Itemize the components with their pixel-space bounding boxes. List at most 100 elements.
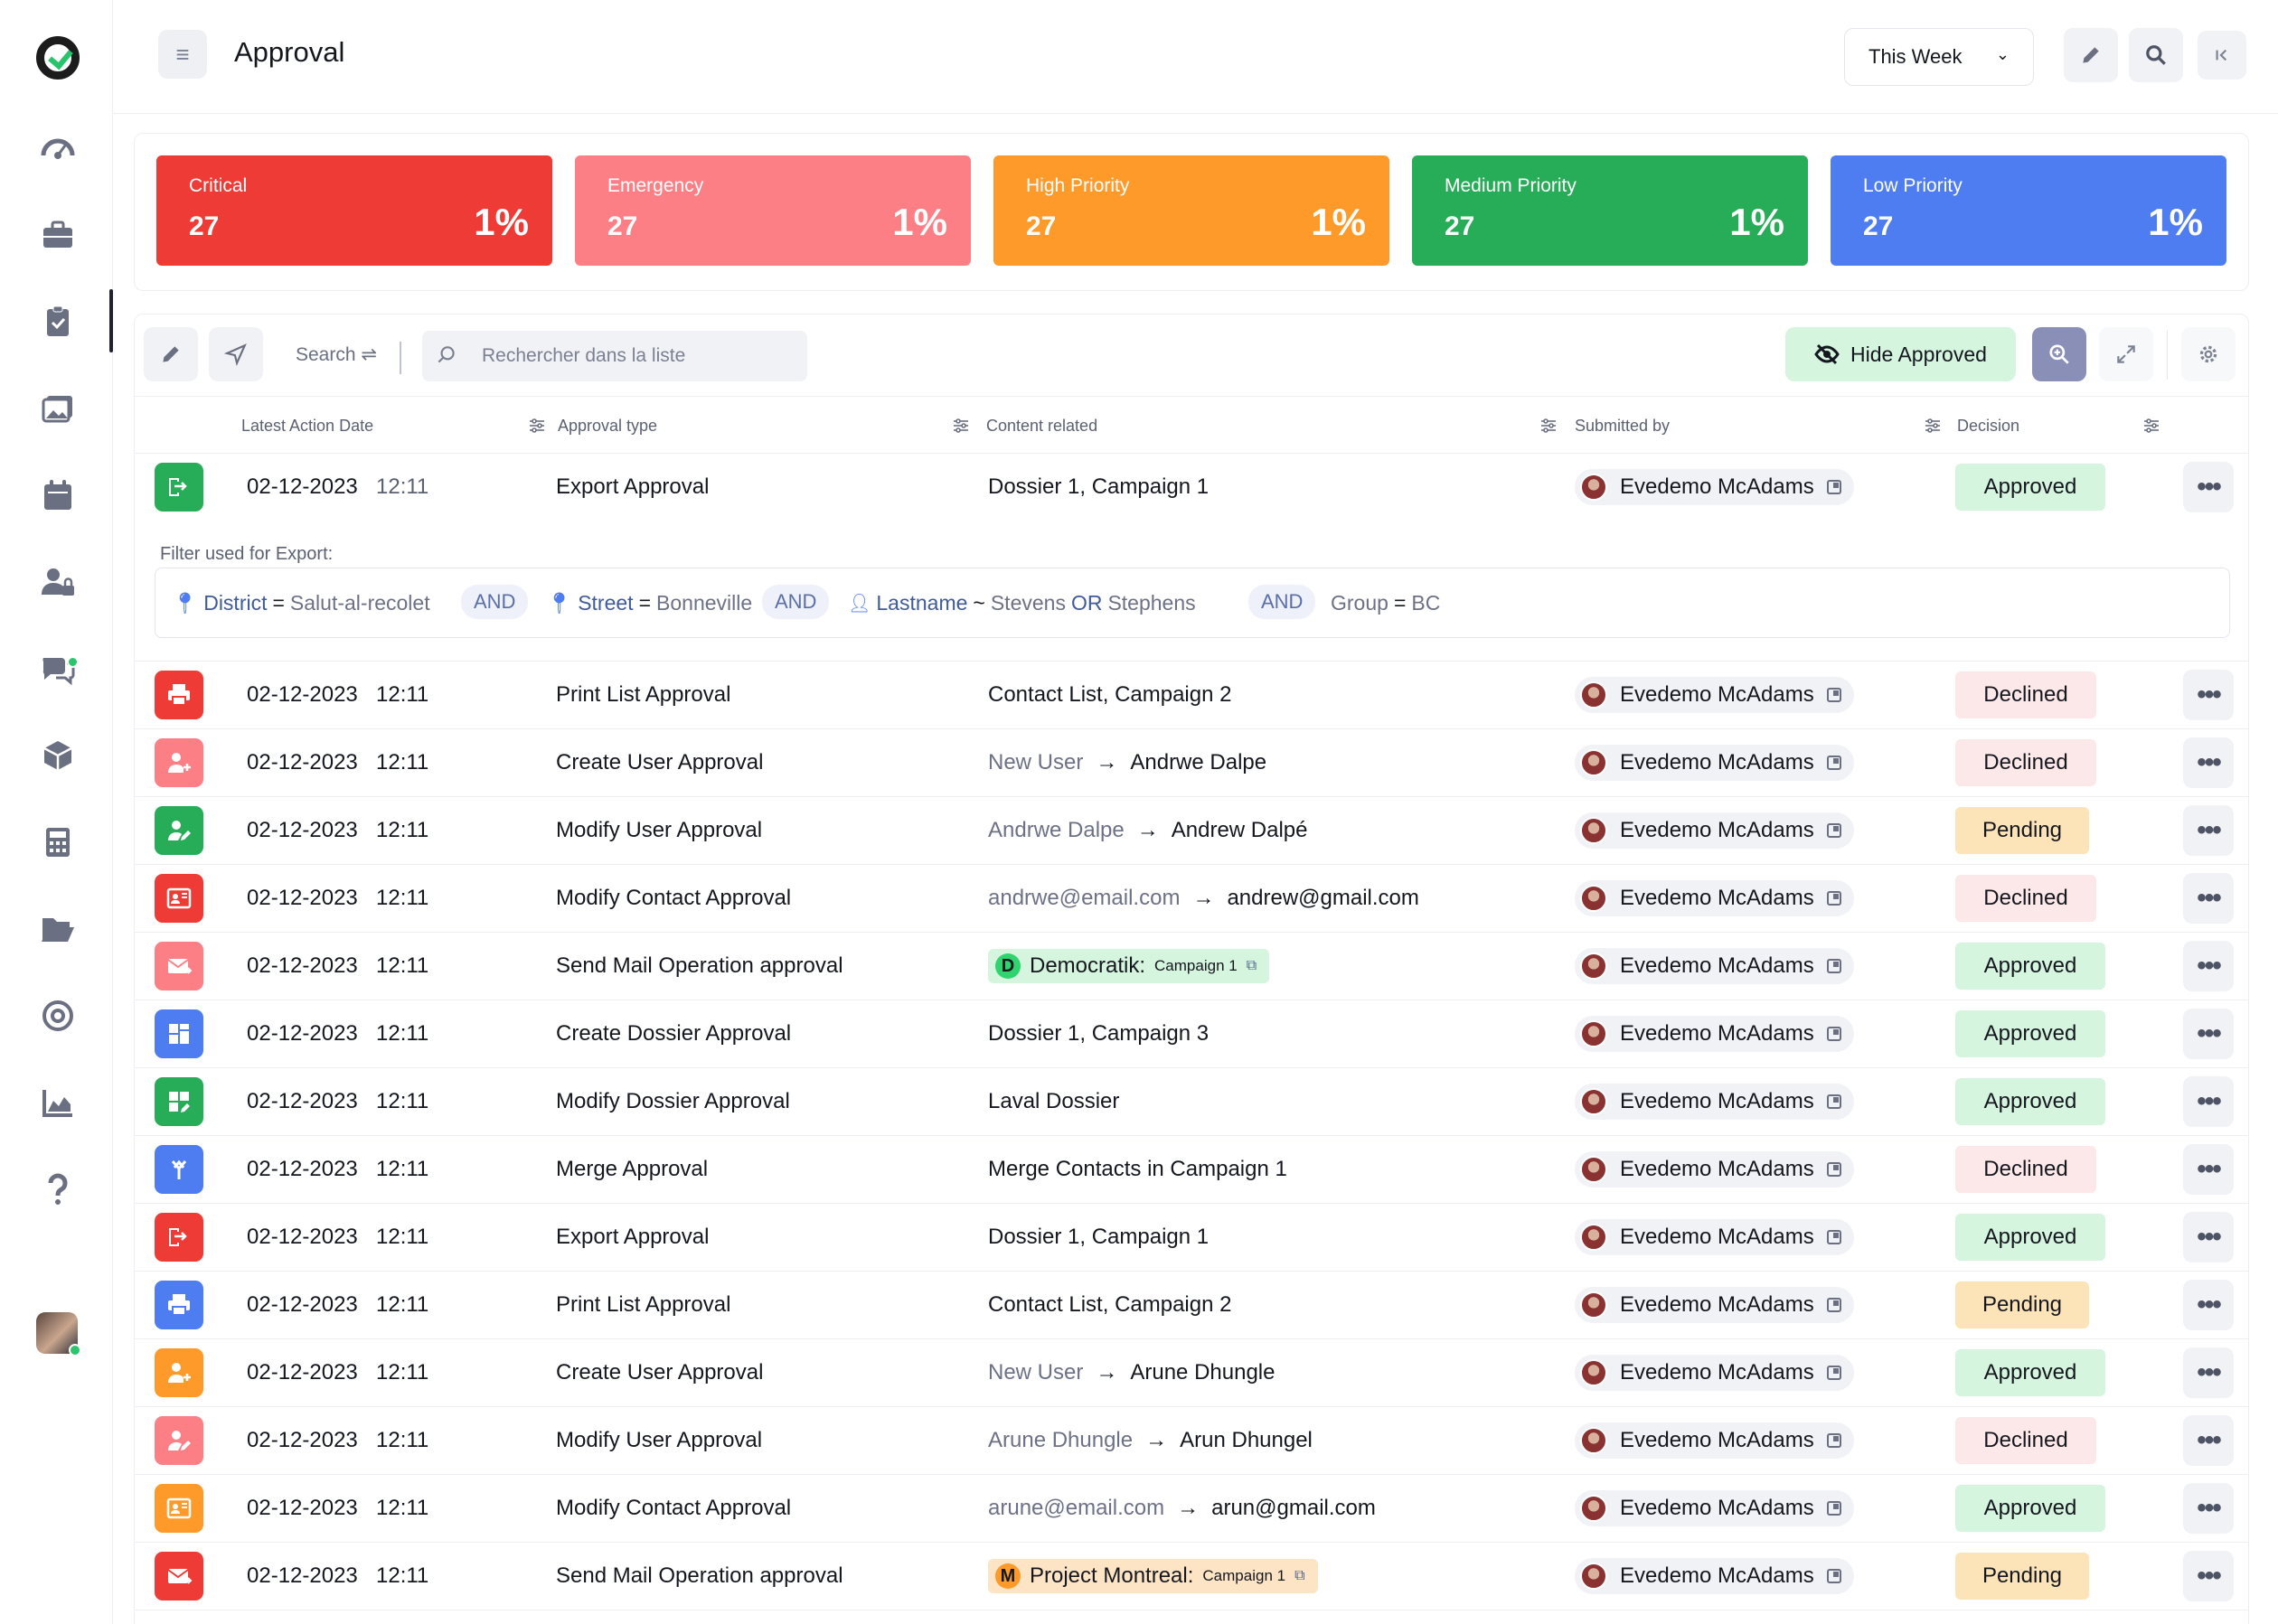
images-icon[interactable]	[36, 387, 80, 430]
table-row[interactable]: 02-12-2023 12:11 Print List Approval Con…	[135, 1272, 2248, 1339]
more-actions-button[interactable]: •••	[2183, 1347, 2234, 1398]
period-select[interactable]: This Week ⌄	[1844, 28, 2034, 86]
content-related: Laval Dossier	[988, 1089, 1120, 1113]
help-icon[interactable]	[36, 1168, 80, 1211]
table-row[interactable]: 02-12-2023 12:11 Create Dossier Approval…	[135, 1000, 2248, 1068]
submitted-by-chip[interactable]: Evedemo McAdams	[1575, 469, 1854, 505]
table-row[interactable]: 02-12-2023 12:11 Print List Approval Con…	[135, 662, 2248, 729]
more-actions-button[interactable]: •••	[2183, 1483, 2234, 1534]
table-row[interactable]: 02-12-2023 12:11 Create User Approval Ne…	[135, 1339, 2248, 1407]
more-actions-button[interactable]: •••	[2183, 1212, 2234, 1263]
more-actions-button[interactable]: •••	[2183, 1009, 2234, 1059]
search-input[interactable]	[422, 331, 807, 381]
stat-card-medium-priority[interactable]: Medium Priority 27 1%	[1412, 155, 1808, 266]
zoom-button[interactable]	[2032, 327, 2086, 381]
filter-street[interactable]: 📍︎ Street = Bonneville	[546, 591, 752, 615]
more-actions-button[interactable]: •••	[2183, 1280, 2234, 1330]
submitted-by-chip[interactable]: Evedemo McAdams	[1575, 880, 1854, 916]
collapse-button[interactable]	[2198, 31, 2246, 80]
submitted-by-chip[interactable]: Evedemo McAdams	[1575, 1151, 1854, 1187]
filter-lastname[interactable]: 👤︎ Lastname ~ Stevens OR Stephens	[848, 591, 1196, 615]
edit-list-button[interactable]	[144, 327, 198, 381]
dashboard-icon[interactable]	[36, 127, 80, 170]
table-row[interactable]: 02-12-2023 12:11 Send Mail Operation app…	[135, 933, 2248, 1000]
column-header-content[interactable]: Content related	[986, 417, 1097, 436]
more-actions-button[interactable]: •••	[2183, 462, 2234, 512]
stat-card-low-priority[interactable]: Low Priority 27 1%	[1831, 155, 2226, 266]
table-row[interactable]: 02-12-2023 12:11 Modify Contact Approval…	[135, 865, 2248, 933]
calculator-icon[interactable]	[36, 821, 80, 864]
stat-card-emergency[interactable]: Emergency 27 1%	[575, 155, 971, 266]
column-filter-icon[interactable]	[1923, 416, 1943, 436]
edit-button[interactable]	[2064, 28, 2118, 82]
more-actions-button[interactable]: •••	[2183, 737, 2234, 788]
column-header-submitted[interactable]: Submitted by	[1575, 417, 1670, 436]
user-lock-icon[interactable]	[36, 560, 80, 604]
chat-icon[interactable]	[36, 647, 80, 690]
target-icon[interactable]	[36, 994, 80, 1037]
more-actions-button[interactable]: •••	[2183, 1076, 2234, 1127]
submitted-by-chip[interactable]: Evedemo McAdams	[1575, 1219, 1854, 1255]
export-icon	[155, 1213, 203, 1262]
column-filter-icon[interactable]	[527, 416, 547, 436]
table-row[interactable]: 02-12-2023 12:11 Modify Contact Approval…	[135, 1475, 2248, 1543]
stat-card-critical[interactable]: Critical 27 1%	[156, 155, 552, 266]
calendar-icon[interactable]	[36, 474, 80, 517]
submitted-by-chip[interactable]: Evedemo McAdams	[1575, 812, 1854, 849]
column-filter-icon[interactable]	[2142, 416, 2161, 436]
area-chart-icon[interactable]	[36, 1081, 80, 1124]
submitted-by-chip[interactable]: Evedemo McAdams	[1575, 1084, 1854, 1120]
menu-icon[interactable]: ≡	[158, 30, 207, 79]
table-row[interactable]: 02-12-2023 12:11 Send Mail Operation app…	[135, 1543, 2248, 1610]
more-actions-button[interactable]: •••	[2183, 941, 2234, 991]
avatar	[1580, 1291, 1607, 1319]
column-filter-icon[interactable]	[951, 416, 971, 436]
submitted-by-chip[interactable]: Evedemo McAdams	[1575, 1287, 1854, 1323]
column-header-date[interactable]: Latest Action Date	[241, 417, 373, 436]
box-icon[interactable]	[36, 734, 80, 777]
clipboard-check-icon[interactable]	[36, 300, 80, 343]
table-row[interactable]: 02-12-2023 12:11 Create User Approval Ne…	[135, 729, 2248, 797]
table-row[interactable]: 02-12-2023 12:11 Modify Dossier Approval…	[135, 1068, 2248, 1136]
campaign-pill[interactable]: M Project Montreal: Campaign 1 ⧉	[988, 1559, 1318, 1593]
send-button[interactable]	[209, 327, 263, 381]
folder-open-icon[interactable]	[36, 907, 80, 951]
settings-button[interactable]	[2181, 327, 2236, 381]
column-filter-icon[interactable]	[1539, 416, 1558, 436]
table-row[interactable]: 02-12-2023 12:11 Modify User Approval An…	[135, 797, 2248, 865]
page-title: Approval	[234, 36, 345, 68]
search-mode-toggle[interactable]: Search ⇌	[296, 343, 377, 366]
submitted-by-chip[interactable]: Evedemo McAdams	[1575, 745, 1854, 781]
table-row[interactable]: 02-12-2023 12:11 Export Approval Dossier…	[135, 1204, 2248, 1272]
app-logo[interactable]	[36, 36, 80, 80]
table-row[interactable]: 02-12-2023 12:11 Modify User Approval Ar…	[135, 1407, 2248, 1475]
action-time: 12:11	[376, 750, 429, 774]
content-from: Arune Dhungle	[988, 1428, 1134, 1452]
submitted-by-chip[interactable]: Evedemo McAdams	[1575, 1016, 1854, 1052]
submitted-by-chip[interactable]: Evedemo McAdams	[1575, 948, 1854, 984]
column-header-decision[interactable]: Decision	[1957, 417, 2019, 436]
filter-group[interactable]: Group = BC	[1331, 591, 1440, 615]
search-button[interactable]	[2129, 28, 2183, 82]
submitted-by-chip[interactable]: Evedemo McAdams	[1575, 677, 1854, 713]
submitted-by-chip[interactable]: Evedemo McAdams	[1575, 1558, 1854, 1594]
more-actions-button[interactable]: •••	[2183, 1415, 2234, 1466]
more-actions-button[interactable]: •••	[2183, 670, 2234, 720]
more-actions-button[interactable]: •••	[2183, 1144, 2234, 1195]
table-row[interactable]: 02-12-2023 12:11 Merge Approval Merge Co…	[135, 1136, 2248, 1204]
more-actions-button[interactable]: •••	[2183, 805, 2234, 856]
briefcase-icon[interactable]	[36, 213, 80, 257]
stat-card-high-priority[interactable]: High Priority 27 1%	[993, 155, 1389, 266]
more-actions-button[interactable]: •••	[2183, 1551, 2234, 1601]
submitted-by-chip[interactable]: Evedemo McAdams	[1575, 1422, 1854, 1459]
filter-district[interactable]: 📍︎ District = Salut-al-recolet	[172, 591, 430, 615]
action-date: 02-12-2023	[247, 1496, 358, 1520]
more-actions-button[interactable]: •••	[2183, 873, 2234, 924]
column-header-type[interactable]: Approval type	[558, 417, 657, 436]
submitted-by-chip[interactable]: Evedemo McAdams	[1575, 1355, 1854, 1391]
expand-button[interactable]	[2099, 327, 2153, 381]
hide-approved-button[interactable]: Hide Approved	[1785, 327, 2016, 381]
location-pin-icon: 📍︎	[546, 591, 573, 615]
campaign-pill[interactable]: D Democratik: Campaign 1 ⧉	[988, 949, 1270, 983]
submitted-by-chip[interactable]: Evedemo McAdams	[1575, 1490, 1854, 1526]
